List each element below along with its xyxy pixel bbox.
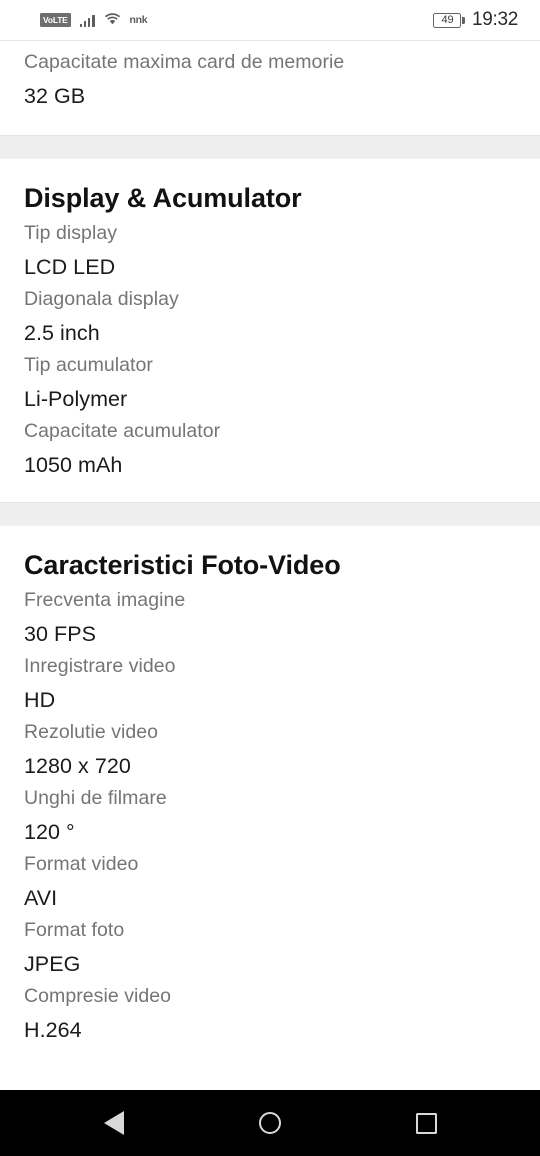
spec-label: Frecventa imagine [24, 589, 186, 611]
spec-row: Capacitate maxima card de memorie 32 GB [24, 41, 516, 107]
spec-label: Format video [24, 853, 139, 875]
spec-value: Li-Polymer [24, 386, 128, 411]
spec-row: Format foto JPEG [24, 909, 516, 975]
spec-value: HD [24, 687, 56, 712]
partial-spec-section: Capacitate maxima card de memorie 32 GB [0, 41, 540, 135]
status-bar: VoLTE nnk 49 19:32 [0, 0, 540, 41]
spec-row: Rezolutie video 1280 x 720 [24, 711, 516, 777]
spec-label: Tip display [24, 222, 118, 244]
carrier-label: nnk [129, 14, 148, 26]
spec-label: Format foto [24, 919, 125, 941]
spec-row: Compresie video H.264 [24, 975, 516, 1041]
spec-value: 32 GB [24, 83, 86, 108]
back-triangle-icon [104, 1111, 124, 1135]
recents-square-icon [415, 1112, 437, 1134]
spec-value: 30 FPS [24, 621, 97, 646]
spec-row: Tip acumulator Li-Polymer [24, 344, 516, 410]
spec-value: 2.5 inch [24, 320, 100, 345]
spec-row: Tip display LCD LED [24, 212, 516, 278]
signal-bars-icon [79, 13, 95, 27]
spec-value: 1280 x 720 [24, 753, 131, 778]
section-display-acumulator: Display & Acumulator Tip display LCD LED… [0, 159, 540, 502]
spec-label: Rezolutie video [24, 721, 159, 743]
battery-level-label: 49 [441, 13, 454, 26]
spec-label: Capacitate acumulator [24, 420, 221, 442]
android-navigation-bar [0, 1090, 540, 1156]
volte-badge: VoLTE [40, 13, 71, 27]
status-bar-clock: 19:32 [471, 9, 518, 30]
home-circle-icon [259, 1112, 281, 1134]
phone-screen: VoLTE nnk 49 19:32 Capacitate maxima car… [0, 0, 540, 1156]
spec-label: Capacitate maxima card de memorie [24, 51, 345, 73]
section-heading: Display & Acumulator [24, 183, 302, 213]
status-bar-left-group: VoLTE nnk [40, 11, 148, 30]
spec-value: H.264 [24, 1017, 82, 1042]
section-divider-band [0, 135, 540, 159]
spec-scroll-area[interactable]: Capacitate maxima card de memorie 32 GB … [0, 41, 540, 1090]
spec-label: Inregistrare video [24, 655, 176, 677]
spec-value: JPEG [24, 951, 81, 976]
spec-label: Unghi de filmare [24, 787, 167, 809]
section-divider-band [0, 502, 540, 526]
section-heading: Caracteristici Foto-Video [24, 550, 341, 580]
status-bar-right-group: 49 19:32 [433, 9, 518, 31]
spec-label: Diagonala display [24, 288, 179, 310]
battery-icon: 49 [433, 12, 465, 28]
section-rows: Tip display LCD LED Diagonala display 2.… [0, 212, 540, 502]
section-caracteristici-foto-video: Caracteristici Foto-Video Frecventa imag… [0, 526, 540, 1067]
section-rows: Frecventa imagine 30 FPS Inregistrare vi… [0, 579, 540, 1067]
nav-recents-button[interactable] [404, 1101, 448, 1145]
spec-row: Unghi de filmare 120 ° [24, 777, 516, 843]
spec-label: Compresie video [24, 985, 172, 1007]
nav-home-button[interactable] [248, 1101, 292, 1145]
spec-row: Diagonala display 2.5 inch [24, 278, 516, 344]
wifi-icon [104, 11, 121, 30]
spec-row: Inregistrare video HD [24, 645, 516, 711]
spec-row: Format video AVI [24, 843, 516, 909]
spec-row: Frecventa imagine 30 FPS [24, 579, 516, 645]
spec-label: Tip acumulator [24, 354, 153, 376]
nav-back-button[interactable] [92, 1101, 136, 1145]
spec-value: 120 ° [24, 819, 75, 844]
spec-value: 1050 mAh [24, 452, 123, 477]
spec-value: LCD LED [24, 254, 116, 279]
spec-value: AVI [24, 885, 58, 910]
spec-row: Capacitate acumulator 1050 mAh [24, 410, 516, 476]
